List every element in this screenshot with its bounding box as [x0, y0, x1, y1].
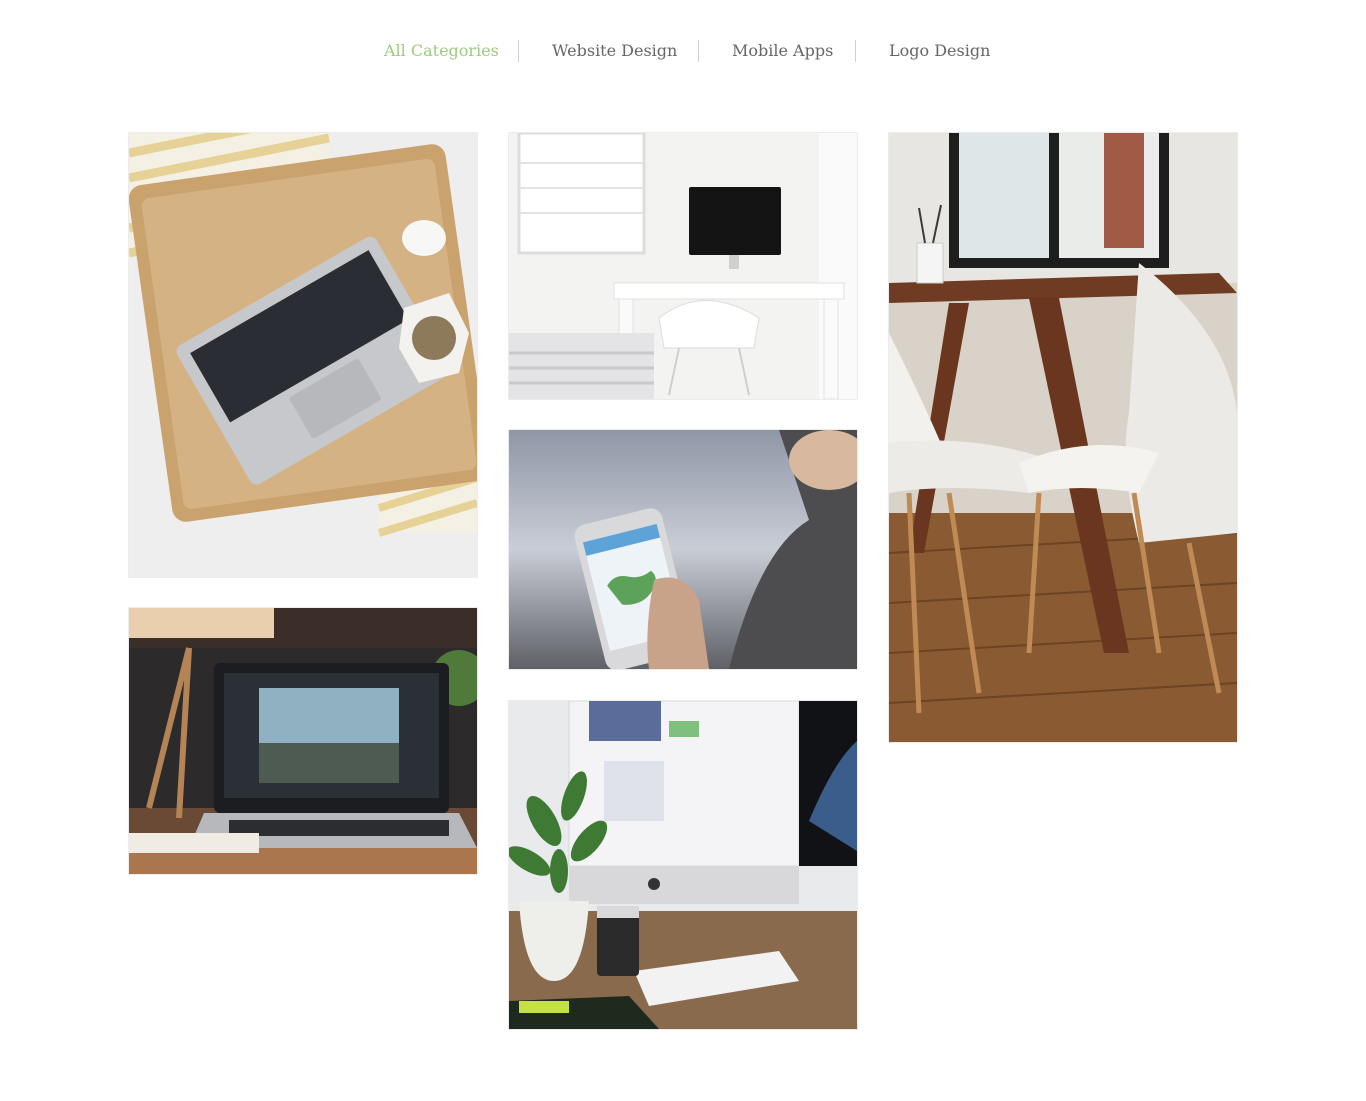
portfolio-item-dining-table[interactable] — [889, 133, 1237, 742]
filter-all-categories[interactable]: All Categories — [384, 38, 499, 64]
filter-divider — [855, 40, 856, 62]
portfolio-item-smartphone-map[interactable] — [509, 430, 857, 669]
portfolio-item-photo-editor-laptop[interactable] — [129, 608, 477, 874]
photo-editor-laptop-photo — [129, 608, 477, 874]
white-desk-photo — [509, 133, 857, 399]
portfolio-item-white-desk[interactable] — [509, 133, 857, 399]
category-filter-nav: All Categories Website Design Mobile App… — [0, 38, 1366, 64]
portfolio-item-desktop-workspace[interactable] — [509, 701, 857, 1029]
filter-logo-design[interactable]: Logo Design — [889, 38, 990, 64]
filter-divider — [518, 40, 519, 62]
filter-website-design[interactable]: Website Design — [552, 38, 677, 64]
portfolio-item-laptop-tray[interactable] — [129, 133, 477, 577]
laptop-tray-photo — [129, 133, 477, 577]
desktop-workspace-photo — [509, 701, 857, 1029]
dining-table-photo — [889, 133, 1237, 742]
smartphone-map-photo — [509, 430, 857, 669]
filter-divider — [698, 40, 699, 62]
filter-mobile-apps[interactable]: Mobile Apps — [732, 38, 833, 64]
